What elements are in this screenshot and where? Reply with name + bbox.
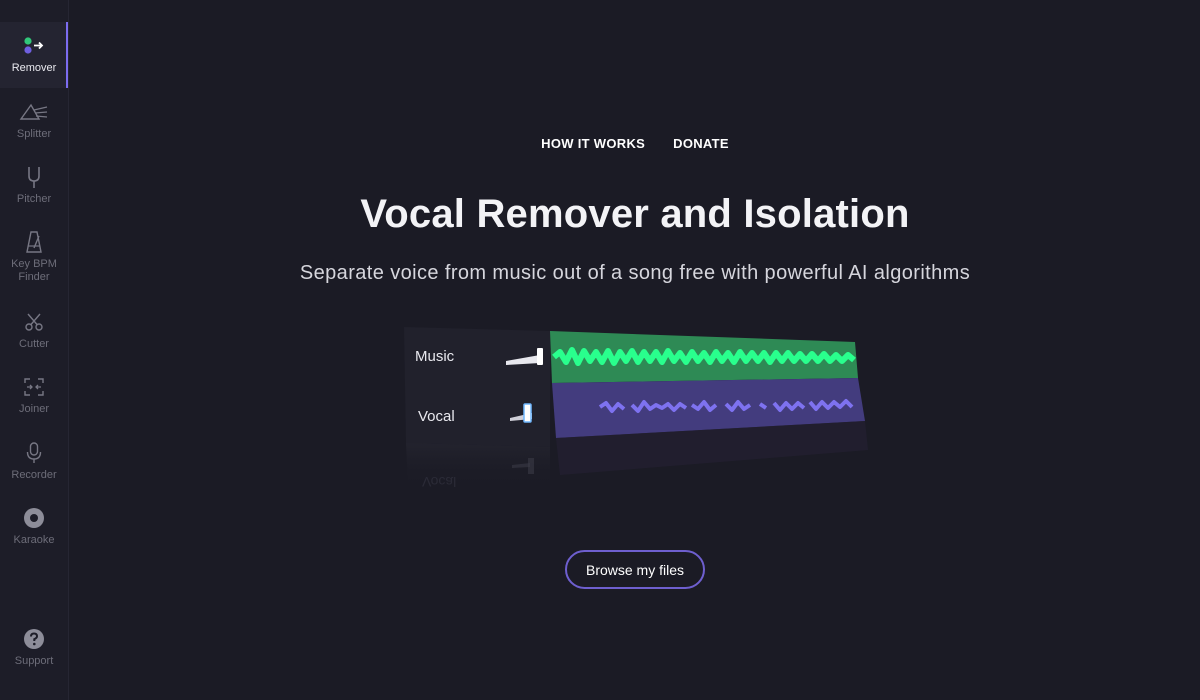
sidebar-item-label: Key BPM Finder [11, 258, 57, 283]
sidebar-item-splitter[interactable]: Splitter [0, 100, 68, 166]
sidebar-item-remover[interactable]: Remover [0, 22, 68, 88]
sidebar-item-karaoke[interactable]: Karaoke [0, 506, 68, 572]
top-nav: HOW IT WORKS DONATE [0, 136, 1200, 151]
joiner-icon [22, 375, 46, 399]
scissors-icon [23, 310, 45, 334]
sidebar-item-label: Joiner [19, 403, 49, 415]
sidebar-item-label: Cutter [19, 338, 49, 350]
sidebar-item-joiner[interactable]: Joiner [0, 375, 68, 441]
tuning-fork-icon [24, 165, 44, 189]
sidebar-item-support[interactable]: Support [0, 627, 68, 693]
microphone-icon [24, 441, 44, 465]
sidebar-item-label: Recorder [11, 469, 57, 481]
sidebar-item-key-bpm-finder[interactable]: Key BPM Finder [0, 230, 68, 296]
page-title: Vocal Remover and Isolation [360, 192, 910, 236]
question-icon [23, 627, 45, 651]
donate-link[interactable]: DONATE [673, 136, 729, 151]
browse-files-button[interactable]: Browse my files [565, 550, 705, 589]
page-subtitle: Separate voice from music out of a song … [299, 262, 971, 284]
sidebar-item-label: Karaoke [13, 534, 55, 546]
splitter-icon [19, 100, 49, 124]
sidebar-item-pitcher[interactable]: Pitcher [0, 165, 68, 231]
music-label: Music [415, 348, 455, 365]
sidebar-item-label: Support [14, 655, 54, 667]
sidebar: Remover Splitter Pitcher Key BPM Finder [0, 0, 69, 700]
metronome-icon [24, 230, 44, 254]
disc-icon [23, 506, 45, 530]
sidebar-item-label: Remover [11, 62, 57, 74]
vocal-label: Vocal [418, 408, 455, 425]
remover-icon [22, 34, 46, 58]
track-illustration: Vocal Music Vocal [400, 325, 880, 495]
svg-text:Vocal: Vocal [422, 474, 456, 490]
how-it-works-link[interactable]: HOW IT WORKS [541, 136, 645, 151]
sidebar-item-recorder[interactable]: Recorder [0, 441, 68, 507]
sidebar-item-cutter[interactable]: Cutter [0, 310, 68, 376]
sidebar-item-label: Pitcher [16, 193, 52, 205]
